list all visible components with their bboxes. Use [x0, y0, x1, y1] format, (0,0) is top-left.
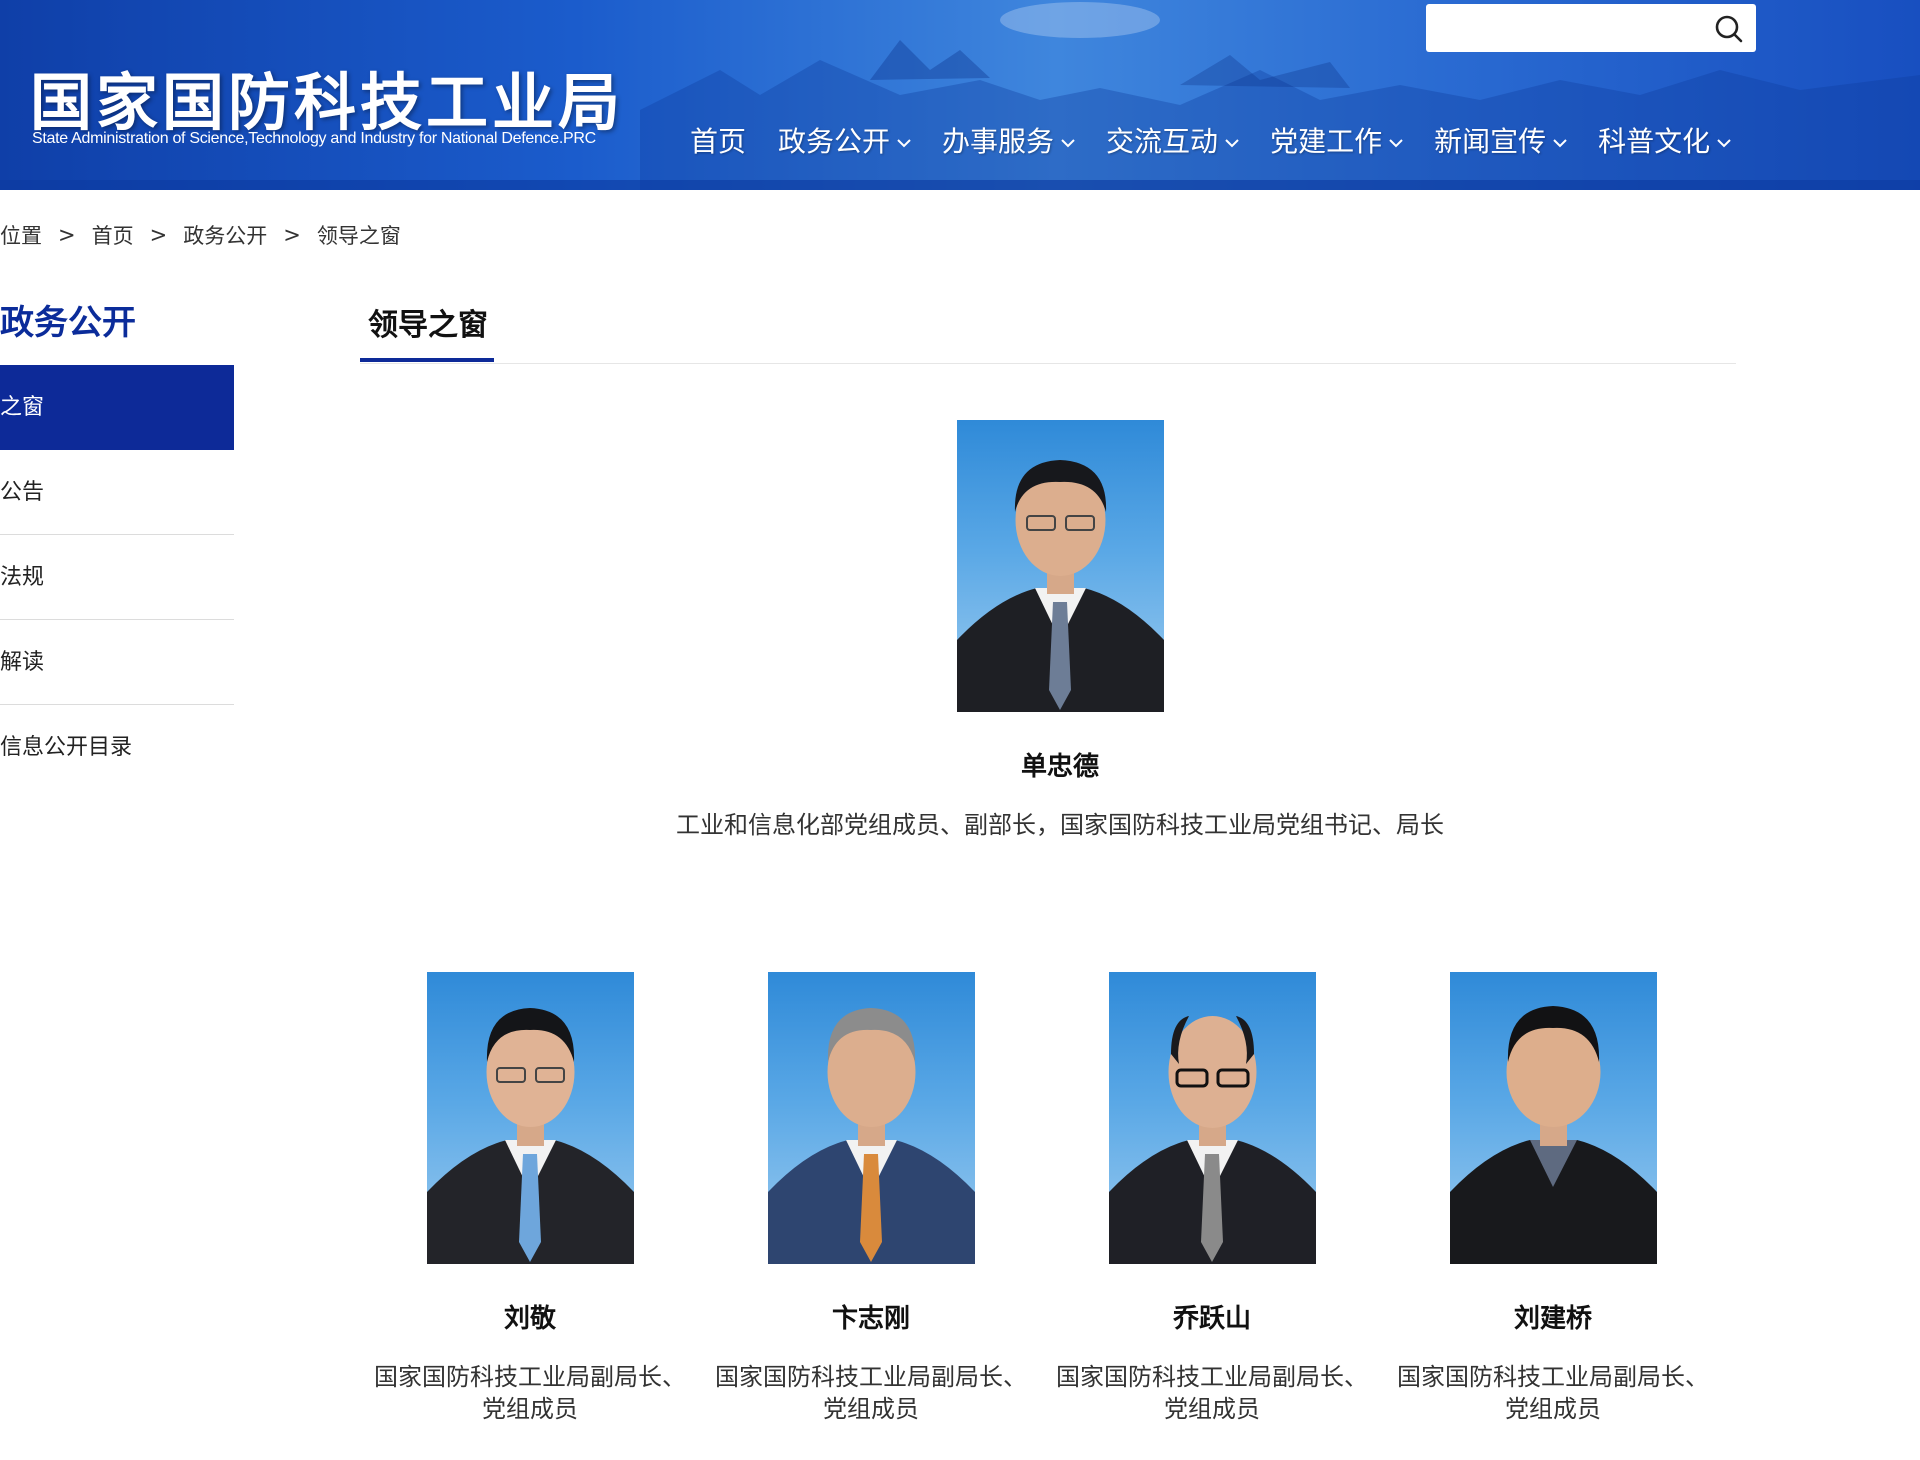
breadcrumb-prefix: 位置: [0, 224, 42, 248]
chevron-down-icon: [1061, 139, 1075, 148]
leader-photo[interactable]: [1449, 972, 1657, 1264]
site-header: 国家国防科技工业局 State Administration of Scienc…: [0, 0, 1920, 190]
nav-item-services[interactable]: 办事服务: [942, 118, 1076, 162]
sidebar-item-announcements[interactable]: 公告: [0, 450, 234, 535]
nav-item-label: 新闻宣传: [1434, 125, 1547, 158]
leader-title-line: 国家国防科技工业局副局长、: [374, 1363, 686, 1391]
breadcrumb-item-leaders[interactable]: 领导之窗: [317, 220, 401, 250]
leader-name[interactable]: 单忠德: [560, 746, 1560, 783]
leader-card: 单忠德 工业和信息化部党组成员、副部长，国家国防科技工业局党组书记、局长: [560, 420, 1560, 841]
sidebar-item-leaders[interactable]: 之窗: [0, 365, 234, 450]
breadcrumb-separator: >: [149, 223, 168, 247]
leader-photo[interactable]: [426, 972, 634, 1264]
chevron-down-icon: [1717, 139, 1731, 148]
sidebar-menu: 之窗 公告 法规 解读 信息公开目录: [0, 365, 234, 790]
site-title[interactable]: 国家国防科技工业局: [30, 52, 624, 142]
search-icon[interactable]: [1714, 14, 1744, 44]
search-input[interactable]: [1436, 12, 1696, 44]
person-silhouette-icon: [956, 460, 1164, 712]
leader-card: 刘敬 国家国防科技工业局副局长、 党组成员: [360, 972, 700, 1425]
nav-item-government-affairs[interactable]: 政务公开: [778, 118, 912, 162]
nav-item-interaction[interactable]: 交流互动: [1106, 118, 1240, 162]
leader-title: 国家国防科技工业局副局长、 党组成员: [1042, 1361, 1382, 1425]
nav-item-science-culture[interactable]: 科普文化: [1598, 118, 1732, 162]
breadcrumb-separator: >: [283, 223, 301, 247]
leader-name[interactable]: 乔跃山: [1042, 1298, 1382, 1335]
person-silhouette-icon: [1108, 1016, 1316, 1264]
nav-item-label: 党建工作: [1270, 125, 1383, 158]
breadcrumb-item-home[interactable]: 首页: [92, 220, 134, 250]
tab-leaders[interactable]: 领导之窗: [368, 300, 488, 344]
leader-photo[interactable]: [956, 420, 1164, 712]
sidebar-item-interpretations[interactable]: 解读: [0, 620, 234, 705]
person-silhouette-icon: [426, 1008, 634, 1264]
leader-title-line: 党组成员: [823, 1395, 919, 1423]
tab-divider: [360, 363, 1736, 364]
breadcrumb: 位置 > 首页 > 政务公开 > 领导之窗: [0, 220, 401, 250]
leader-title: 国家国防科技工业局副局长、 党组成员: [701, 1361, 1041, 1425]
nav-item-label: 首页: [690, 125, 747, 158]
breadcrumb-separator: >: [58, 223, 76, 247]
breadcrumb-item-government-affairs[interactable]: 政务公开: [183, 220, 267, 250]
leader-name[interactable]: 刘敬: [360, 1298, 700, 1335]
site-subtitle: State Administration of Science,Technolo…: [32, 130, 596, 147]
chevron-down-icon: [1553, 139, 1567, 148]
leader-name[interactable]: 卞志刚: [701, 1298, 1041, 1335]
leader-title: 国家国防科技工业局副局长、 党组成员: [1383, 1361, 1723, 1425]
nav-item-label: 科普文化: [1598, 125, 1711, 158]
chevron-down-icon: [1389, 139, 1403, 148]
leader-card: 乔跃山 国家国防科技工业局副局长、 党组成员: [1042, 972, 1382, 1425]
leader-title-line: 国家国防科技工业局副局长、: [1056, 1363, 1368, 1391]
leader-card: 卞志刚 国家国防科技工业局副局长、 党组成员: [701, 972, 1041, 1425]
leader-name[interactable]: 刘建桥: [1383, 1298, 1723, 1335]
nav-item-label: 交流互动: [1106, 125, 1219, 158]
chevron-down-icon: [897, 139, 911, 148]
person-silhouette-icon: [767, 1008, 975, 1264]
nav-item-label: 办事服务: [942, 125, 1055, 158]
sidebar-item-info-catalog[interactable]: 信息公开目录: [0, 705, 234, 790]
nav-item-label: 政务公开: [778, 125, 891, 158]
main-nav: 首页 政务公开 办事服务 交流互动 党建工作 新闻宣传 科普文化: [690, 118, 1762, 162]
sidebar-title: 政务公开: [0, 303, 136, 343]
nav-item-party-building[interactable]: 党建工作: [1270, 118, 1404, 162]
sidebar-item-regulations[interactable]: 法规: [0, 535, 234, 620]
nav-item-home[interactable]: 首页: [690, 118, 746, 162]
tab-active-indicator: [360, 358, 494, 362]
nav-item-news[interactable]: 新闻宣传: [1434, 118, 1568, 162]
search-box: [1426, 4, 1756, 52]
leader-title-line: 党组成员: [1505, 1395, 1601, 1423]
leader-title-line: 党组成员: [482, 1395, 578, 1423]
leader-title: 国家国防科技工业局副局长、 党组成员: [360, 1361, 700, 1425]
leader-title-line: 国家国防科技工业局副局长、: [715, 1363, 1027, 1391]
leader-card: 刘建桥 国家国防科技工业局副局长、 党组成员: [1383, 972, 1723, 1425]
person-silhouette-icon: [1449, 1006, 1657, 1264]
leader-photo[interactable]: [1108, 972, 1316, 1264]
leader-title-line: 党组成员: [1164, 1395, 1260, 1423]
leader-title-line: 国家国防科技工业局副局长、: [1397, 1363, 1709, 1391]
leader-title: 工业和信息化部党组成员、副部长，国家国防科技工业局党组书记、局长: [676, 811, 1444, 839]
chevron-down-icon: [1225, 139, 1239, 148]
leader-photo[interactable]: [767, 972, 975, 1264]
